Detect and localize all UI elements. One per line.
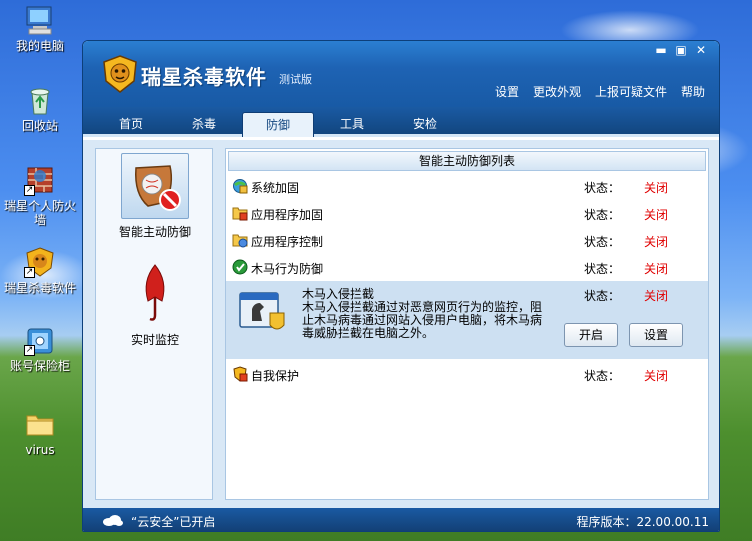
title-bar[interactable]: 瑞星杀毒软件 测试版 ▬ ▣ ✕ 设置 更改外观 上报可疑文件 帮助 xyxy=(83,41,719,107)
shortcut-arrow-icon: ↗ xyxy=(24,345,35,356)
desktop-icon-my-computer[interactable]: 我的电脑 xyxy=(0,4,80,53)
desktop-icon-recycle-bin[interactable]: 回收站 xyxy=(0,84,80,133)
defense-row-name: 木马行为防御 xyxy=(251,262,324,276)
defense-row-status-label: 状态： xyxy=(584,289,621,303)
defense-row-status-label: 状态： xyxy=(584,369,621,383)
status-bar: “云安全”已开启 程序版本：22.00.00.11 xyxy=(83,508,719,531)
defense-row-status-label: 状态： xyxy=(584,235,621,249)
desktop-icon-firewall[interactable]: ↗ 瑞星个人防火墙 xyxy=(0,164,80,227)
defense-row[interactable]: 系统加固 状态： 关闭 xyxy=(226,173,708,200)
shortcut-arrow-icon: ↗ xyxy=(24,185,35,196)
app-title: 瑞星杀毒软件 xyxy=(141,65,267,89)
shortcut-arrow-icon: ↗ xyxy=(24,267,35,278)
desktop-icon-label: 瑞星杀毒软件 xyxy=(3,281,76,295)
desktop-icon-label: 回收站 xyxy=(21,119,58,133)
defense-row-status-label: 状态： xyxy=(584,262,621,276)
defense-row-name: 自我保护 xyxy=(251,369,300,383)
version-info: 程序版本：22.00.00.11 xyxy=(576,513,709,530)
active-defense-icon xyxy=(121,153,189,219)
defense-row-status-value[interactable]: 关闭 xyxy=(644,179,668,196)
defense-row[interactable]: 应用程序加固 状态： 关闭 xyxy=(226,200,708,227)
desktop-icon-account-safe[interactable]: ↗ 账号保险柜 xyxy=(0,324,80,373)
defense-row-status-value[interactable]: 关闭 xyxy=(644,260,668,277)
left-panel: 智能主动防御 实时监控 xyxy=(95,148,213,500)
nav-active-defense-label: 智能主动防御 xyxy=(118,225,191,239)
top-menu: 设置 更改外观 上报可疑文件 帮助 xyxy=(495,83,705,100)
rising-antivirus-icon: ↗ xyxy=(24,246,56,278)
defense-row-status-value[interactable]: 关闭 xyxy=(644,233,668,250)
trojan-behavior-icon xyxy=(232,259,248,275)
defense-row-status-label: 状态： xyxy=(584,208,621,222)
umbrella-icon xyxy=(121,261,189,327)
tab-bar: 首页 杀毒 防御 工具 安检 xyxy=(83,107,719,137)
rising-logo-icon xyxy=(103,55,137,93)
defense-row-name: 应用程序加固 xyxy=(251,208,324,222)
self-protect-icon xyxy=(232,366,248,382)
defense-row-description: 木马入侵拦截通过对恶意网页行为的监控，阻止木马病毒通过网站入侵用户电脑，将木马病… xyxy=(302,300,543,340)
desktop-icon-label: 瑞星个人防火墙 xyxy=(3,199,76,227)
nav-active-defense[interactable]: 智能主动防御 xyxy=(96,153,214,240)
defense-row-status-value[interactable]: 关闭 xyxy=(644,287,668,304)
desktop-icon-label: virus xyxy=(25,443,55,457)
maximize-icon[interactable]: ▣ xyxy=(673,43,689,57)
nav-realtime-monitor-label: 实时监控 xyxy=(130,333,179,347)
system-harden-icon xyxy=(232,178,248,194)
defense-row-status-label: 状态： xyxy=(584,181,621,195)
version-label: 程序版本： xyxy=(576,515,637,529)
app-window: 瑞星杀毒软件 测试版 ▬ ▣ ✕ 设置 更改外观 上报可疑文件 帮助 首页 杀毒… xyxy=(82,40,720,532)
menu-change-skin[interactable]: 更改外观 xyxy=(533,83,581,100)
app-edition: 测试版 xyxy=(279,73,312,86)
trojan-intercept-icon xyxy=(238,289,286,335)
defense-row-status-value[interactable]: 关闭 xyxy=(644,367,668,384)
menu-help[interactable]: 帮助 xyxy=(681,83,705,100)
minimize-icon[interactable]: ▬ xyxy=(653,43,669,57)
account-safe-icon: ↗ xyxy=(24,324,56,356)
enable-button[interactable]: 开启 xyxy=(564,323,618,347)
defense-row[interactable]: 应用程序控制 状态： 关闭 xyxy=(226,227,708,254)
desktop-icon-rising-antivirus[interactable]: ↗ 瑞星杀毒软件 xyxy=(0,246,80,295)
defense-row-name: 应用程序控制 xyxy=(251,235,324,249)
version-number: 22.00.00.11 xyxy=(636,515,709,529)
defense-row[interactable]: 木马行为防御 状态： 关闭 xyxy=(226,254,708,281)
close-icon[interactable]: ✕ xyxy=(693,43,709,57)
nav-realtime-monitor[interactable]: 实时监控 xyxy=(96,261,214,348)
defense-list-panel: 智能主动防御列表 系统加固 状态： 关闭 应用程序加固 状态： 关闭 应用程序控… xyxy=(225,148,709,500)
defense-list-header: 智能主动防御列表 xyxy=(228,151,706,171)
main-content: 智能主动防御 实时监控 智能主动防御列表 系统加固 状态： 关闭 应用程序加固 … xyxy=(83,140,719,508)
folder-icon xyxy=(24,408,56,440)
tab-tools[interactable]: 工具 xyxy=(316,112,388,137)
tab-defense[interactable]: 防御 xyxy=(242,112,314,137)
menu-report-suspicious-file[interactable]: 上报可疑文件 xyxy=(595,83,667,100)
defense-row-name: 系统加固 xyxy=(251,181,300,195)
desktop-icon-label: 我的电脑 xyxy=(15,39,64,53)
my-computer-icon xyxy=(24,4,56,36)
firewall-icon: ↗ xyxy=(24,164,56,196)
tab-scan[interactable]: 杀毒 xyxy=(168,112,240,137)
desktop-icon-label: 账号保险柜 xyxy=(9,359,70,373)
app-control-icon xyxy=(232,232,248,248)
cloud-security-status[interactable]: “云安全”已开启 xyxy=(131,513,215,530)
settings-button[interactable]: 设置 xyxy=(629,323,683,347)
recycle-bin-icon xyxy=(24,84,56,116)
desktop-icon-virus-folder[interactable]: virus xyxy=(0,408,80,457)
defense-row-expanded[interactable]: 木马入侵拦截 木马入侵拦截通过对恶意网页行为的监控，阻止木马病毒通过网站入侵用户… xyxy=(226,281,708,359)
cloud-icon xyxy=(101,514,123,526)
app-harden-icon xyxy=(232,205,248,221)
tab-home[interactable]: 首页 xyxy=(95,112,167,137)
tab-security-check[interactable]: 安检 xyxy=(389,112,461,137)
defense-row[interactable]: 自我保护 状态： 关闭 xyxy=(226,361,708,388)
defense-row-status-value[interactable]: 关闭 xyxy=(644,206,668,223)
menu-settings[interactable]: 设置 xyxy=(495,83,519,100)
